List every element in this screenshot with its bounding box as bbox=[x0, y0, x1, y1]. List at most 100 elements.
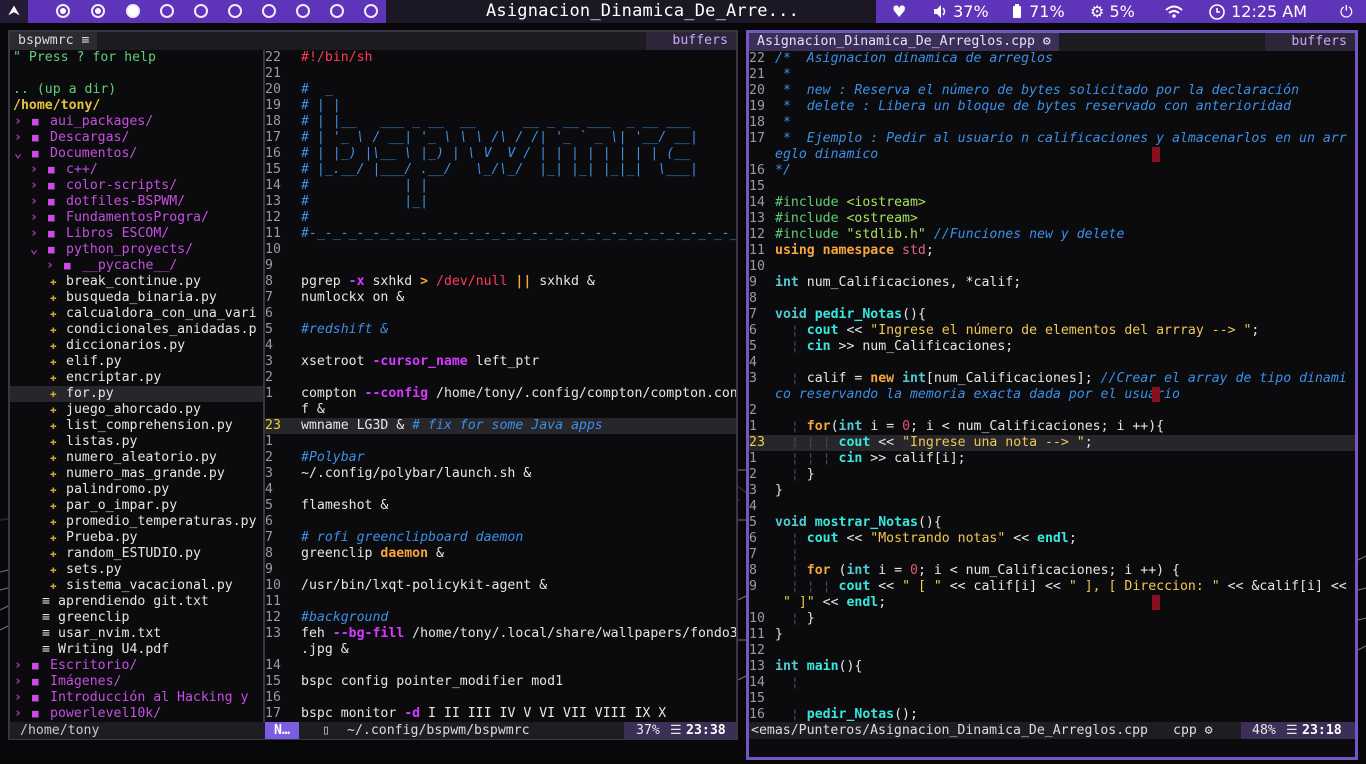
code-line[interactable]: 8 greenclip daemon & bbox=[265, 546, 736, 562]
code-line[interactable]: 7 void pedir_Notas(){ bbox=[749, 307, 1355, 323]
code-line[interactable]: 11} bbox=[749, 627, 1355, 643]
tree-item[interactable]: ≡ aprendiendo git.txt bbox=[10, 594, 263, 610]
arch-logo-icon[interactable]: ⮝ bbox=[0, 0, 28, 23]
code-line[interactable]: 23 ¦ ¦ ¦ cout << "Ingrese una nota --> "… bbox=[749, 435, 1355, 451]
code-line[interactable]: 18 # | |__ ___ _ __ __ __ _ __ ___ _ __ _… bbox=[265, 114, 736, 130]
code-line[interactable]: 16 bbox=[265, 690, 736, 706]
tree-item[interactable]: › ■ color-scripts/ bbox=[10, 178, 263, 194]
code-line[interactable]: 21 bbox=[265, 66, 736, 82]
code-line[interactable]: 15 bspc config pointer_modifier mod1 bbox=[265, 674, 736, 690]
code-line[interactable]: 22 #!/bin/sh bbox=[265, 50, 736, 66]
code-line[interactable]: 12 # bbox=[265, 210, 736, 226]
tree-item[interactable]: ✚ listas.py bbox=[10, 434, 263, 450]
tree-item[interactable]: ✚ list_comprehension.py bbox=[10, 418, 263, 434]
tree-item[interactable]: ✚ juego_ahorcado.py bbox=[10, 402, 263, 418]
workspace-10-icon[interactable] bbox=[364, 4, 378, 18]
code-line[interactable]: 22 /* Asignacion dinamica de arreglos bbox=[749, 51, 1355, 67]
code-line[interactable]: 7 numlockx on & bbox=[265, 290, 736, 306]
code-line[interactable]: 4 bbox=[749, 499, 1355, 515]
code-line[interactable]: 21 * bbox=[749, 67, 1355, 83]
tree-item[interactable]: ✚ par_o_impar.py bbox=[10, 498, 263, 514]
code-line[interactable]: 3} bbox=[749, 483, 1355, 499]
tree-item[interactable]: › ■ __pycache__/ bbox=[10, 258, 263, 274]
code-line[interactable]: 20 # _ bbox=[265, 82, 736, 98]
code-line[interactable]: 11 using namespace std; bbox=[749, 243, 1355, 259]
code-line[interactable]: 3 xsetroot -cursor_name left_ptr bbox=[265, 354, 736, 370]
tree-item[interactable]: ⌄ ■ python_proyects/ bbox=[10, 242, 263, 258]
code-line[interactable]: 6 bbox=[265, 514, 736, 530]
code-line[interactable]: 13 # |_| bbox=[265, 194, 736, 210]
code-line[interactable]: 2 #Polybar bbox=[265, 450, 736, 466]
code-line[interactable]: 10/usr/bin/lxqt-policykit-agent & bbox=[265, 578, 736, 594]
tree-item[interactable]: ✚ break_continue.py bbox=[10, 274, 263, 290]
code-line[interactable]: 9 ¦ ¦ ¦ cout << " [ " << calif[i] << " ]… bbox=[749, 579, 1355, 595]
tree-item[interactable]: › ■ dotfiles-BSPWM/ bbox=[10, 194, 263, 210]
tree-item[interactable]: ✚ calcualdora_con_una_vari bbox=[10, 306, 263, 322]
tree-item[interactable]: ⌄ ■ Documentos/ bbox=[10, 146, 263, 162]
code-line[interactable]: 10 bbox=[265, 242, 736, 258]
code-line[interactable]: 5 void mostrar_Notas(){ bbox=[749, 515, 1355, 531]
code-line[interactable]: 8 pgrep -x sxhkd > /dev/null || sxhkd & bbox=[265, 274, 736, 290]
code-line[interactable]: 1 ¦ ¦ ¦ cin >> calif[i]; bbox=[749, 451, 1355, 467]
code-line[interactable]: 23 wmname LG3D & # fix for some Java apps bbox=[265, 418, 736, 434]
tree-item[interactable]: › ■ Descargas/ bbox=[10, 130, 263, 146]
code-line[interactable]: eglo dinamico bbox=[749, 147, 1355, 163]
code-line[interactable]: 11 #-_-_-_-_-_-_-_-_-_-_-_-_-_-_-_-_-_-_-… bbox=[265, 226, 736, 242]
code-line[interactable]: 14 #include <iostream> bbox=[749, 195, 1355, 211]
tab-cpp-file[interactable]: Asignacion_Dinamica_De_Arreglos.cpp ⚙ bbox=[749, 33, 1059, 51]
tree-item[interactable]: ✚ Prueba.py bbox=[10, 530, 263, 546]
code-line[interactable]: 13 #include <ostream> bbox=[749, 211, 1355, 227]
code-line[interactable]: 5 ¦ cin >> num_Calificaciones; bbox=[749, 339, 1355, 355]
code-line[interactable]: 12 #background bbox=[265, 610, 736, 626]
tree-item[interactable]: ✚ random_ESTUDIO.py bbox=[10, 546, 263, 562]
code-line[interactable]: 4 bbox=[265, 482, 736, 498]
workspace-4-icon[interactable] bbox=[160, 4, 174, 18]
nerdtree-panel[interactable]: " Press ? for help .. (up a dir)/home/ton… bbox=[10, 50, 263, 724]
tree-item[interactable]: › ■ c++/ bbox=[10, 162, 263, 178]
tab-bspwmrc[interactable]: bspwmrc ≡ bbox=[10, 32, 98, 50]
tree-item[interactable]: ≡ greenclip bbox=[10, 610, 263, 626]
code-line[interactable]: 19 * delete : Libera un bloque de bytes … bbox=[749, 99, 1355, 115]
tree-item[interactable]: ✚ for.py bbox=[10, 386, 263, 402]
left-nvim-window[interactable]: bspwmrc ≡ buffers " Press ? for help .. (… bbox=[8, 30, 738, 740]
code-line[interactable]: 8 ¦ for (int i = 0; i < num_Calificacion… bbox=[749, 563, 1355, 579]
tree-item[interactable]: ✚ sets.py bbox=[10, 562, 263, 578]
workspace-3-icon[interactable] bbox=[126, 4, 140, 18]
tree-item[interactable]: ✚ sistema_vacacional.py bbox=[10, 578, 263, 594]
code-line[interactable]: 1 bbox=[265, 434, 736, 450]
code-line[interactable]: 13 int main(){ bbox=[749, 659, 1355, 675]
tree-item[interactable]: ✚ promedio_temperaturas.py bbox=[10, 514, 263, 530]
code-line[interactable]: co reservando la memoria exacta dada por… bbox=[749, 387, 1355, 403]
code-line[interactable]: 9 bbox=[265, 258, 736, 274]
tree-item[interactable]: ✚ palindromo.py bbox=[10, 482, 263, 498]
code-line[interactable]: 4 bbox=[749, 355, 1355, 371]
code-line[interactable]: 6 bbox=[265, 306, 736, 322]
tree-item[interactable]: ✚ numero_aleatorio.py bbox=[10, 450, 263, 466]
workspace-7-icon[interactable] bbox=[262, 4, 276, 18]
tree-item[interactable]: › ■ Libros ESCOM/ bbox=[10, 226, 263, 242]
code-line[interactable]: 17 * Ejemplo : Pedir al usuario n califi… bbox=[749, 131, 1355, 147]
code-line[interactable]: 10 bbox=[749, 259, 1355, 275]
cpp-editor[interactable]: 22/* Asignacion dinamica de arreglos 21 *… bbox=[749, 51, 1355, 725]
code-line[interactable]: 14 ¦ bbox=[749, 675, 1355, 691]
code-line[interactable]: 8 bbox=[749, 291, 1355, 307]
tree-item[interactable]: ✚ encriptar.py bbox=[10, 370, 263, 386]
code-line[interactable]: 10 ¦ } bbox=[749, 611, 1355, 627]
right-nvim-window[interactable]: Asignacion_Dinamica_De_Arreglos.cpp ⚙ bu… bbox=[746, 30, 1358, 760]
code-line[interactable]: 12 #include "stdlib.h" //Funciones new y … bbox=[749, 227, 1355, 243]
tree-item[interactable]: › ■ Introducción al Hacking y bbox=[10, 690, 263, 706]
tree-item[interactable]: ≡ Writing U4.pdf bbox=[10, 642, 263, 658]
tree-item[interactable]: › ■ Escritorio/ bbox=[10, 658, 263, 674]
code-line[interactable]: 1 ¦ for(int i = 0; i < num_Calificacione… bbox=[749, 419, 1355, 435]
code-line[interactable]: f & bbox=[265, 402, 736, 418]
tree-item[interactable]: › ■ powerlevel10k/ bbox=[10, 706, 263, 722]
workspace-9-icon[interactable] bbox=[330, 4, 344, 18]
power-icon[interactable]: ⏻ bbox=[1340, 0, 1353, 23]
code-line[interactable]: 18 * bbox=[749, 115, 1355, 131]
code-line[interactable]: 2 ¦ } bbox=[749, 467, 1355, 483]
code-line[interactable]: " ]" << endl; bbox=[749, 595, 1355, 611]
tree-item[interactable]: › ■ FundamentosProgra/ bbox=[10, 210, 263, 226]
workspace-1-icon[interactable] bbox=[56, 4, 70, 18]
code-line[interactable]: 9 bbox=[265, 562, 736, 578]
bspwmrc-editor[interactable]: 22 #!/bin/sh 21 20 # _ 19 # | | 18 # | |__ ___ _… bbox=[265, 50, 736, 724]
